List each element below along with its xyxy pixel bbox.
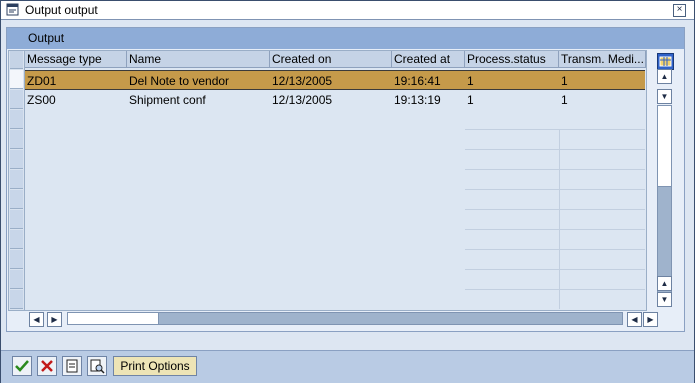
horizontal-scrollbar[interactable]: ◀ ▶ ◀ ▶ bbox=[29, 312, 658, 327]
row-selector[interactable] bbox=[10, 110, 23, 129]
row-selector[interactable] bbox=[10, 170, 23, 189]
print-preview-icon bbox=[90, 359, 105, 374]
empty-row-line bbox=[465, 269, 645, 270]
cell-transmission-medium: 1 bbox=[561, 93, 568, 107]
scroll-down-icon[interactable]: ▼ bbox=[657, 292, 672, 307]
scroll-right-icon[interactable]: ▶ bbox=[643, 312, 658, 327]
scroll-left-icon[interactable]: ◀ bbox=[29, 312, 44, 327]
row-selector-column bbox=[9, 51, 25, 310]
column-header-transmission-medium[interactable]: Transm. Medi... bbox=[559, 51, 646, 68]
cell-message-type: ZS00 bbox=[27, 93, 56, 107]
table-row[interactable]: ZD01 Del Note to vendor 12/13/2005 19:16… bbox=[25, 70, 645, 90]
cell-created-at: 19:13:19 bbox=[394, 93, 441, 107]
row-selector[interactable] bbox=[10, 230, 23, 249]
cell-process-status: 1 bbox=[467, 93, 474, 107]
column-header-created-at[interactable]: Created at bbox=[392, 51, 465, 68]
row-selector[interactable] bbox=[10, 290, 23, 309]
select-all-cell[interactable] bbox=[10, 51, 23, 69]
output-panel: Output Message type Name Created on Crea… bbox=[6, 27, 685, 332]
empty-row-line bbox=[465, 189, 645, 190]
row-selector[interactable] bbox=[10, 250, 23, 269]
empty-row-line bbox=[465, 249, 645, 250]
cell-process-status: 1 bbox=[467, 74, 474, 88]
close-icon[interactable]: × bbox=[673, 4, 686, 17]
print-options-button[interactable]: Print Options bbox=[113, 356, 197, 376]
display-button[interactable] bbox=[62, 356, 82, 376]
cell-created-on: 12/13/2005 bbox=[272, 93, 333, 107]
row-selector[interactable] bbox=[10, 150, 23, 169]
panel-title: Output bbox=[28, 31, 65, 45]
empty-row-line bbox=[465, 149, 645, 150]
cell-created-at: 19:16:41 bbox=[394, 74, 441, 88]
row-selector[interactable] bbox=[10, 210, 23, 229]
dialog-toolbar: Print Options bbox=[1, 350, 694, 383]
column-divider bbox=[559, 129, 560, 309]
empty-row-line bbox=[465, 169, 645, 170]
document-icon bbox=[66, 359, 78, 373]
vertical-scrollbar[interactable]: ▲ ▼ ▲ ▼ bbox=[657, 50, 674, 308]
column-header-name[interactable]: Name bbox=[127, 51, 270, 68]
cell-name: Shipment conf bbox=[129, 93, 206, 107]
row-selector[interactable] bbox=[10, 130, 23, 149]
row-selector[interactable] bbox=[10, 190, 23, 209]
column-header-created-on[interactable]: Created on bbox=[270, 51, 392, 68]
table-row[interactable]: ZS00 Shipment conf 12/13/2005 19:13:19 1… bbox=[25, 90, 645, 110]
empty-row-line bbox=[465, 289, 645, 290]
scroll-up-icon[interactable]: ▲ bbox=[657, 276, 672, 291]
checkmark-icon bbox=[15, 360, 29, 372]
scroll-left-icon[interactable]: ◀ bbox=[627, 312, 642, 327]
cancel-x-icon bbox=[41, 360, 53, 372]
empty-row-line bbox=[465, 129, 645, 130]
confirm-button[interactable] bbox=[12, 356, 32, 376]
output-dialog: Output output × Output Message type Name… bbox=[0, 0, 695, 383]
output-table: Message type Name Created on Created at … bbox=[8, 50, 647, 311]
row-selector[interactable] bbox=[10, 90, 23, 109]
window-title: Output output bbox=[25, 3, 98, 17]
column-header-process-status[interactable]: Process.status bbox=[465, 51, 559, 68]
title-bar: Output output × bbox=[1, 1, 694, 20]
cell-created-on: 12/13/2005 bbox=[272, 74, 333, 88]
cell-name: Del Note to vendor bbox=[129, 74, 230, 88]
scroll-up-icon[interactable]: ▲ bbox=[657, 69, 672, 84]
row-selector[interactable] bbox=[10, 70, 23, 89]
empty-row-line bbox=[465, 209, 645, 210]
cell-transmission-medium: 1 bbox=[561, 74, 568, 88]
scroll-down-icon[interactable]: ▼ bbox=[657, 89, 672, 104]
vertical-scroll-thumb[interactable] bbox=[658, 106, 671, 187]
panel-header: Output bbox=[7, 28, 684, 49]
print-preview-button[interactable] bbox=[87, 356, 107, 376]
cancel-button[interactable] bbox=[37, 356, 57, 376]
window-icon bbox=[6, 3, 19, 16]
row-selector[interactable] bbox=[10, 270, 23, 289]
horizontal-scroll-track[interactable] bbox=[67, 312, 623, 325]
empty-row-line bbox=[465, 229, 645, 230]
cell-message-type: ZD01 bbox=[27, 74, 57, 88]
scroll-right-icon[interactable]: ▶ bbox=[47, 312, 62, 327]
vertical-scroll-track[interactable] bbox=[657, 105, 672, 293]
horizontal-scroll-thumb[interactable] bbox=[68, 313, 159, 324]
column-header-message-type[interactable]: Message type bbox=[25, 51, 127, 68]
